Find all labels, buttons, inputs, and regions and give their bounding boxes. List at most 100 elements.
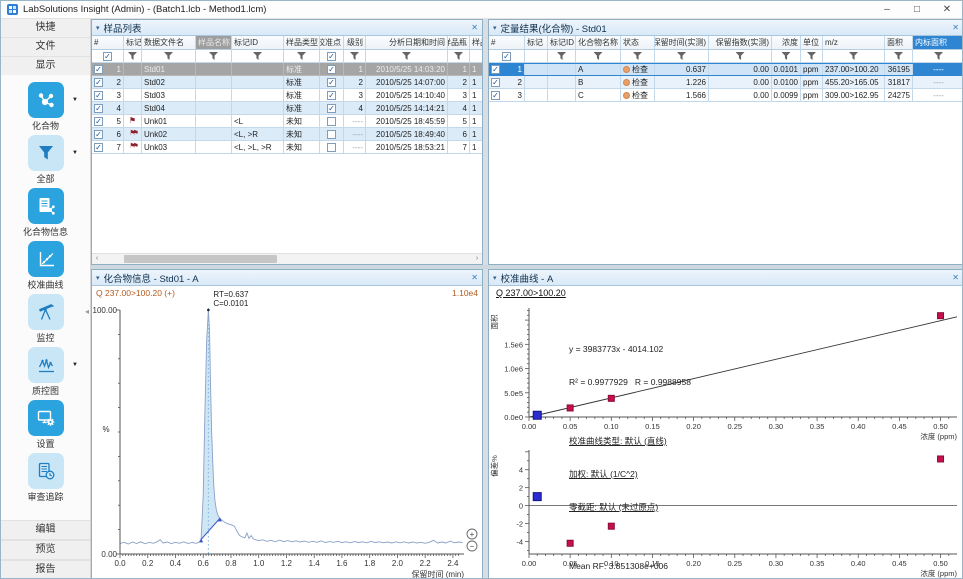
filter-cell[interactable] — [823, 50, 885, 63]
column-header[interactable]: 样品类型 — [284, 36, 320, 50]
filter-cell[interactable] — [232, 50, 284, 63]
filter-funnel-icon[interactable] — [454, 52, 463, 60]
filter-funnel-icon[interactable] — [128, 52, 137, 60]
zoom-out-button[interactable]: − — [467, 541, 477, 551]
filter-funnel-icon[interactable] — [677, 52, 686, 60]
row-checkbox[interactable]: ✓ — [491, 78, 500, 87]
sample-table-row[interactable]: ✓3Std03标准✓32010/5/25 14:10:4031 — [92, 89, 482, 102]
quant-table-row[interactable]: ✓3C检查1.5660.000.0099ppm309.00>162.952427… — [489, 89, 963, 102]
sample-table-row[interactable]: ✓5⚑Unk01<L未知----2010/5/25 18:45:5951 — [92, 115, 482, 128]
filter-funnel-icon[interactable] — [807, 52, 816, 60]
sample-table-row[interactable]: ✓2Std02标准✓22010/5/25 14:07:0021 — [92, 76, 482, 89]
zoom-in-button[interactable]: + — [467, 529, 477, 539]
row-checkbox[interactable]: ✓ — [94, 91, 103, 100]
chevron-down-icon[interactable]: ▼ — [72, 97, 78, 103]
chevron-down-icon[interactable]: ▼ — [72, 362, 78, 368]
column-header[interactable]: 浓度 — [772, 36, 801, 50]
filter-cell[interactable] — [801, 50, 823, 63]
collapse-icon[interactable]: ▾ — [493, 274, 497, 282]
panel-close-icon[interactable]: ✕ — [471, 273, 478, 282]
collapse-icon[interactable]: ▾ — [96, 24, 100, 32]
chevron-down-icon[interactable]: ▼ — [72, 150, 78, 156]
filter-funnel-icon[interactable] — [633, 52, 642, 60]
row-checkbox[interactable]: ✓ — [491, 91, 500, 100]
cal-point[interactable] — [938, 313, 944, 319]
filter-funnel-icon[interactable] — [782, 52, 791, 60]
sidebar-tool-filter[interactable]: ▼全部 — [1, 135, 90, 188]
collapse-icon[interactable]: ▾ — [493, 24, 497, 32]
minimize-button[interactable]: – — [872, 1, 902, 18]
calibration-point-checkbox[interactable] — [327, 130, 336, 139]
sidebar-tab-0[interactable]: 快捷 — [1, 19, 90, 38]
column-header[interactable]: 分析日期和时间 — [366, 36, 448, 50]
quant-table-row[interactable]: ✓1A检查0.6370.000.0101ppm237.00>100.203619… — [489, 63, 963, 76]
sidebar-bottom-tab-2[interactable]: 报告 — [1, 560, 90, 579]
zero-intercept-link[interactable]: 零截距: 默认 (未过原点) — [569, 502, 691, 513]
sidebar-tool-compound-info[interactable]: 化合物信息 — [1, 188, 90, 241]
maximize-button[interactable]: □ — [902, 1, 932, 18]
filter-funnel-icon[interactable] — [594, 52, 603, 60]
column-header[interactable]: 化合物名称 — [576, 36, 621, 50]
filter-checkbox[interactable]: ✓ — [327, 52, 336, 61]
filter-cell[interactable] — [655, 50, 709, 63]
filter-cell[interactable]: ✓ — [92, 50, 124, 63]
sample-table-row[interactable]: ✓7⚑⚑Unk03<L, >L, >R未知----2010/5/25 18:53… — [92, 141, 482, 154]
sidebar-tool-settings[interactable]: 设置 — [1, 400, 90, 453]
filter-funnel-icon[interactable] — [350, 52, 359, 60]
column-header[interactable]: 标记 — [124, 36, 142, 50]
scroll-thumb[interactable] — [124, 255, 277, 263]
column-header[interactable]: 保留指数(实测) — [709, 36, 772, 50]
column-header[interactable]: 单位 — [801, 36, 823, 50]
column-header[interactable]: 面积 — [885, 36, 913, 50]
sidebar-tool-telescope[interactable]: 监控 — [1, 294, 90, 347]
filter-cell[interactable] — [124, 50, 142, 63]
calibration-point-checkbox[interactable]: ✓ — [327, 65, 336, 74]
scroll-left-arrow[interactable]: ‹ — [92, 254, 102, 264]
filter-cell[interactable]: ✓ — [489, 50, 525, 63]
filter-funnel-icon[interactable] — [297, 52, 306, 60]
curve-type-link[interactable]: 校准曲线类型: 默认 (直线) — [569, 436, 691, 447]
column-header[interactable]: 内标面积 — [913, 36, 963, 50]
filter-funnel-icon[interactable] — [557, 52, 566, 60]
filter-cell[interactable] — [885, 50, 913, 63]
filter-cell[interactable] — [772, 50, 801, 63]
calibration-point-checkbox[interactable]: ✓ — [327, 104, 336, 113]
filter-cell[interactable] — [366, 50, 448, 63]
row-checkbox[interactable]: ✓ — [94, 104, 103, 113]
scroll-right-arrow[interactable]: › — [472, 254, 482, 264]
sidebar-tool-audit-trail[interactable]: 审查追踪 — [1, 453, 90, 506]
filter-cell[interactable] — [913, 50, 963, 63]
column-header[interactable]: 保留时间(实测) — [655, 36, 709, 50]
filter-funnel-icon[interactable] — [402, 52, 411, 60]
channel-link[interactable]: Q 237.00>100.20 — [496, 288, 566, 298]
calibration-point-checkbox[interactable] — [327, 143, 336, 152]
panel-close-icon[interactable]: ✕ — [952, 23, 959, 32]
calibration-chart[interactable]: 0.0e05.0e51.0e61.5e60.000.050.100.150.20… — [489, 286, 963, 579]
column-header[interactable]: 样品量 — [470, 36, 482, 50]
row-checkbox[interactable]: ✓ — [94, 65, 103, 74]
filter-checkbox[interactable]: ✓ — [502, 52, 511, 61]
filter-funnel-icon[interactable] — [209, 52, 218, 60]
sample-table-row[interactable]: ✓6⚑⚑Unk02<L, >R未知----2010/5/25 18:49:406… — [92, 128, 482, 141]
sample-table-row[interactable]: ✓4Std04标准✓42010/5/25 14:14:2141 — [92, 102, 482, 115]
sample-table-row[interactable]: ✓1Std01标准✓12010/5/25 14:03:2011 — [92, 63, 482, 76]
quant-table-row[interactable]: ✓2B检查1.2260.000.0100ppm455.20>165.053181… — [489, 76, 963, 89]
sidebar-tool-molecule[interactable]: ▼化合物 — [1, 82, 90, 135]
filter-funnel-icon[interactable] — [894, 52, 903, 60]
residual-point[interactable] — [938, 456, 944, 462]
sidebar-tool-qc-chart[interactable]: ▼质控图 — [1, 347, 90, 400]
calibration-point-checkbox[interactable] — [327, 117, 336, 126]
filter-cell[interactable] — [284, 50, 320, 63]
panel-close-icon[interactable]: ✕ — [952, 273, 959, 282]
column-header[interactable]: 标记ID — [232, 36, 284, 50]
filter-cell[interactable] — [196, 50, 232, 63]
filter-funnel-icon[interactable] — [849, 52, 858, 60]
row-checkbox[interactable]: ✓ — [94, 130, 103, 139]
selected-cal-point[interactable] — [533, 411, 541, 419]
row-checkbox[interactable]: ✓ — [94, 143, 103, 152]
row-checkbox[interactable]: ✓ — [94, 78, 103, 87]
column-header[interactable]: m/z — [823, 36, 885, 50]
column-header[interactable]: 标记 — [525, 36, 548, 50]
panel-close-icon[interactable]: ✕ — [471, 23, 478, 32]
filter-funnel-icon[interactable] — [164, 52, 173, 60]
